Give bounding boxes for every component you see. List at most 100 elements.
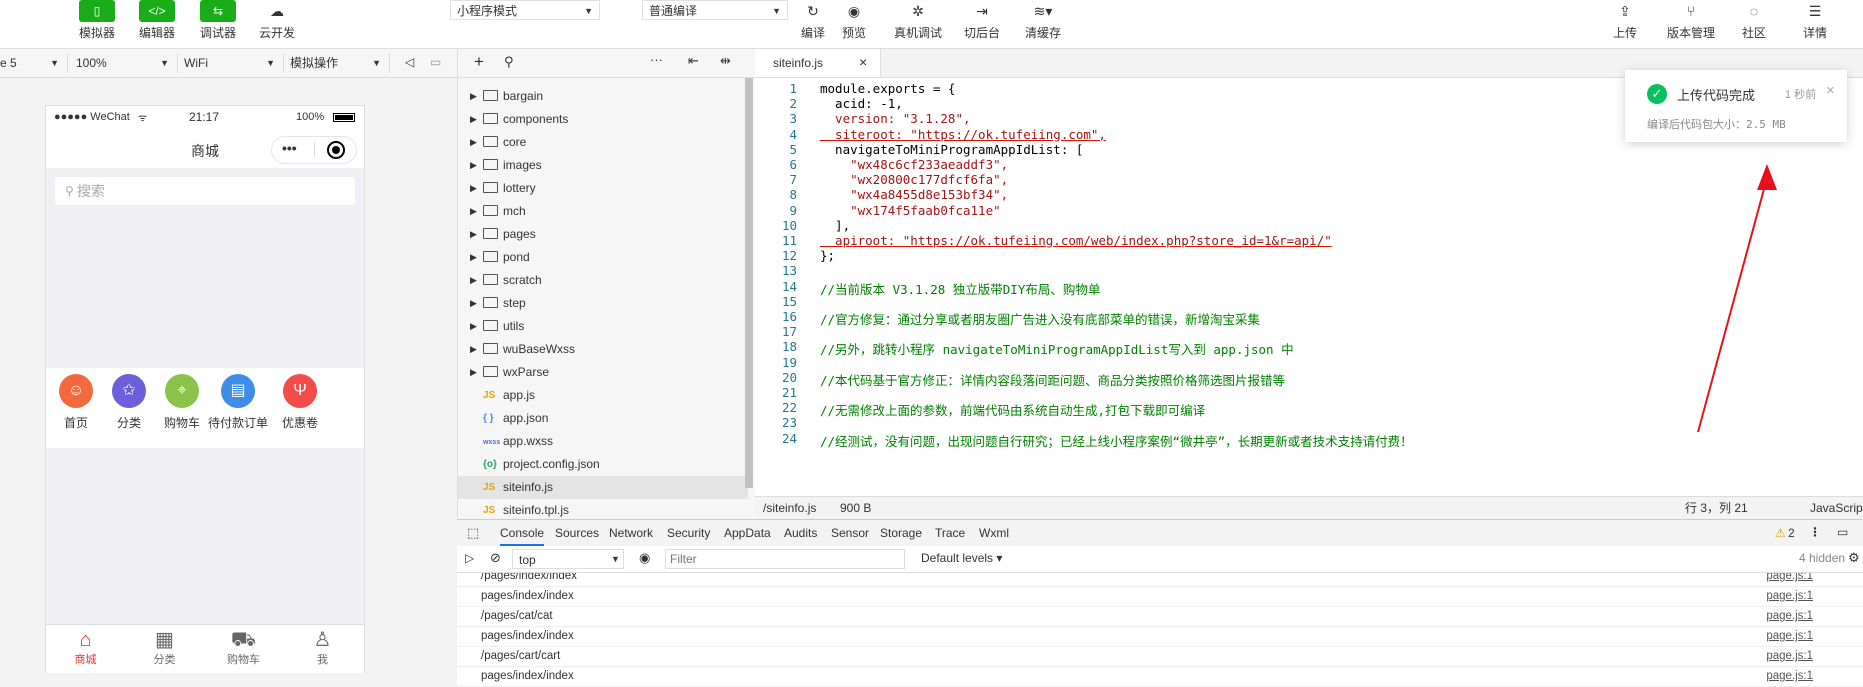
zoom-select[interactable]: 100% ▼: [70, 53, 178, 73]
folder-item[interactable]: ▶ pond: [458, 246, 748, 269]
folder-item[interactable]: ▶ bargain: [458, 85, 748, 108]
debugger-button[interactable]: ⇆ 调试器: [188, 0, 248, 41]
details-button[interactable]: ☰ 详情: [1785, 0, 1845, 41]
close-icon[interactable]: ×: [859, 54, 867, 70]
tab-mall[interactable]: ⌂ 商城: [46, 629, 125, 667]
chevron-right-icon[interactable]: ▶: [470, 154, 477, 177]
chevron-right-icon[interactable]: ▶: [470, 269, 477, 292]
tab-cart[interactable]: ⛟ 购物车: [204, 629, 283, 667]
upload-button[interactable]: ⇪ 上传: [1595, 0, 1655, 41]
chevron-right-icon[interactable]: ▶: [470, 108, 477, 131]
volume-icon[interactable]: ◁: [405, 55, 414, 69]
background-button[interactable]: ⇥ 切后台: [952, 0, 1012, 41]
file-tree-scrollbar[interactable]: [745, 78, 753, 488]
log-source-link[interactable]: page.js:1: [1766, 667, 1813, 686]
tab-network[interactable]: Network: [609, 520, 653, 546]
tab-wxml[interactable]: Wxml: [979, 520, 1009, 546]
operation-select[interactable]: 模拟操作 ▼: [284, 53, 390, 73]
more-dots-icon[interactable]: •••: [282, 140, 297, 156]
file-item[interactable]: JS siteinfo.js: [458, 476, 748, 499]
clear-console-icon[interactable]: ⊘: [490, 550, 501, 566]
editor-button[interactable]: </> 编辑器: [127, 0, 187, 41]
folder-item[interactable]: ▶ core: [458, 131, 748, 154]
more-icon[interactable]: ···: [650, 52, 663, 67]
file-item[interactable]: JS siteinfo.tpl.js: [458, 499, 748, 518]
simulator-button[interactable]: ▯ 模拟器: [67, 0, 127, 41]
search-icon[interactable]: ⚲: [504, 54, 514, 70]
log-source-link[interactable]: page.js:1: [1766, 587, 1813, 606]
tab-siteinfo-js[interactable]: siteinfo.js ×: [755, 49, 881, 77]
tab-audits[interactable]: Audits: [784, 520, 817, 546]
file-item[interactable]: { } app.json: [458, 407, 748, 430]
context-select[interactable]: top ▼: [512, 549, 624, 569]
chevron-right-icon[interactable]: ▶: [470, 361, 477, 384]
tab-console[interactable]: Console: [500, 520, 545, 546]
tab-category[interactable]: ▦ 分类: [125, 629, 204, 667]
category-coupon[interactable]: Ψ 优惠卷: [268, 374, 332, 431]
chevron-right-icon[interactable]: ▶: [470, 338, 477, 361]
gear-icon[interactable]: ⚙: [1848, 550, 1860, 566]
file-item[interactable]: JS app.js: [458, 384, 748, 407]
clear-cache-button[interactable]: ≋▾ 清缓存: [1013, 0, 1073, 41]
close-circle-icon[interactable]: [327, 141, 345, 159]
tab-sensor[interactable]: Sensor: [831, 520, 869, 546]
tab-trace[interactable]: Trace: [935, 520, 965, 546]
tab-sources[interactable]: Sources: [555, 520, 599, 546]
folder-item[interactable]: ▶ lottery: [458, 177, 748, 200]
folder-item[interactable]: ▶ utils: [458, 315, 748, 338]
folder-item[interactable]: ▶ wxParse: [458, 361, 748, 384]
preview-button[interactable]: ◉ 预览: [824, 0, 884, 41]
chevron-right-icon[interactable]: ▶: [470, 246, 477, 269]
folder-item[interactable]: ▶ components: [458, 108, 748, 131]
tab-appdata[interactable]: AppData: [724, 520, 771, 546]
compile-select[interactable]: 普通编译 ▼: [642, 0, 788, 20]
file-item[interactable]: {o} project.config.json: [458, 453, 748, 476]
device-select[interactable]: e 5 ▼: [0, 53, 68, 73]
cloud-dev-button[interactable]: ☁ 云开发: [247, 0, 307, 41]
console-filter-input[interactable]: [665, 549, 905, 569]
log-source-link[interactable]: page.js:1: [1766, 647, 1813, 666]
folder-item[interactable]: ▶ wuBaseWxss: [458, 338, 748, 361]
wxss-file-icon: wxss: [483, 439, 501, 446]
log-source-link[interactable]: page.js:1: [1766, 573, 1813, 586]
mode-select[interactable]: 小程序模式 ▼: [450, 0, 600, 20]
default-levels-select[interactable]: Default levels ▾: [921, 551, 1002, 565]
folder-item[interactable]: ▶ scratch: [458, 269, 748, 292]
folder-item[interactable]: ▶ pages: [458, 223, 748, 246]
dock-icon[interactable]: ▭: [1837, 525, 1848, 539]
add-icon[interactable]: +: [474, 52, 484, 72]
remote-debug-button[interactable]: ✲ 真机调试: [888, 0, 948, 41]
chevron-right-icon[interactable]: ▶: [470, 131, 477, 154]
log-source-link[interactable]: page.js:1: [1766, 627, 1813, 646]
category-unpaid-orders[interactable]: ▤ 待付款订单: [204, 374, 272, 431]
network-select[interactable]: WiFi ▼: [178, 53, 284, 73]
inspect-icon[interactable]: ⬚: [467, 525, 479, 541]
sidebar-toggle-icon[interactable]: ▷: [465, 551, 474, 565]
log-source-link[interactable]: page.js:1: [1766, 607, 1813, 626]
split-icon[interactable]: ⇹: [720, 53, 731, 69]
folder-item[interactable]: ▶ images: [458, 154, 748, 177]
close-icon[interactable]: ×: [1826, 82, 1835, 99]
kebab-menu-icon[interactable]: ⋮: [1809, 525, 1821, 539]
version-button[interactable]: ⑂ 版本管理: [1661, 0, 1721, 41]
community-button[interactable]: ◌ 社区: [1724, 0, 1784, 41]
file-item[interactable]: wxss app.wxss: [458, 430, 748, 453]
capsule-menu[interactable]: •••: [271, 136, 357, 164]
chevron-right-icon[interactable]: ▶: [470, 177, 477, 200]
line-number: 21: [781, 385, 797, 400]
chat-icon: ◌: [1749, 3, 1759, 19]
message-icon[interactable]: ▭: [430, 55, 441, 69]
tab-me[interactable]: ♙ 我: [283, 629, 362, 667]
chevron-right-icon[interactable]: ▶: [470, 315, 477, 338]
folder-item[interactable]: ▶ step: [458, 292, 748, 315]
folder-item[interactable]: ▶ mch: [458, 200, 748, 223]
search-bar[interactable]: ⚲ 搜索: [55, 177, 355, 205]
chevron-right-icon[interactable]: ▶: [470, 292, 477, 315]
tab-security[interactable]: Security: [667, 520, 710, 546]
chevron-right-icon[interactable]: ▶: [470, 200, 477, 223]
tab-storage[interactable]: Storage: [880, 520, 922, 546]
eye-icon[interactable]: ◉: [639, 550, 650, 566]
chevron-right-icon[interactable]: ▶: [470, 223, 477, 246]
chevron-right-icon[interactable]: ▶: [470, 85, 477, 108]
collapse-icon[interactable]: ⇤: [688, 53, 699, 69]
